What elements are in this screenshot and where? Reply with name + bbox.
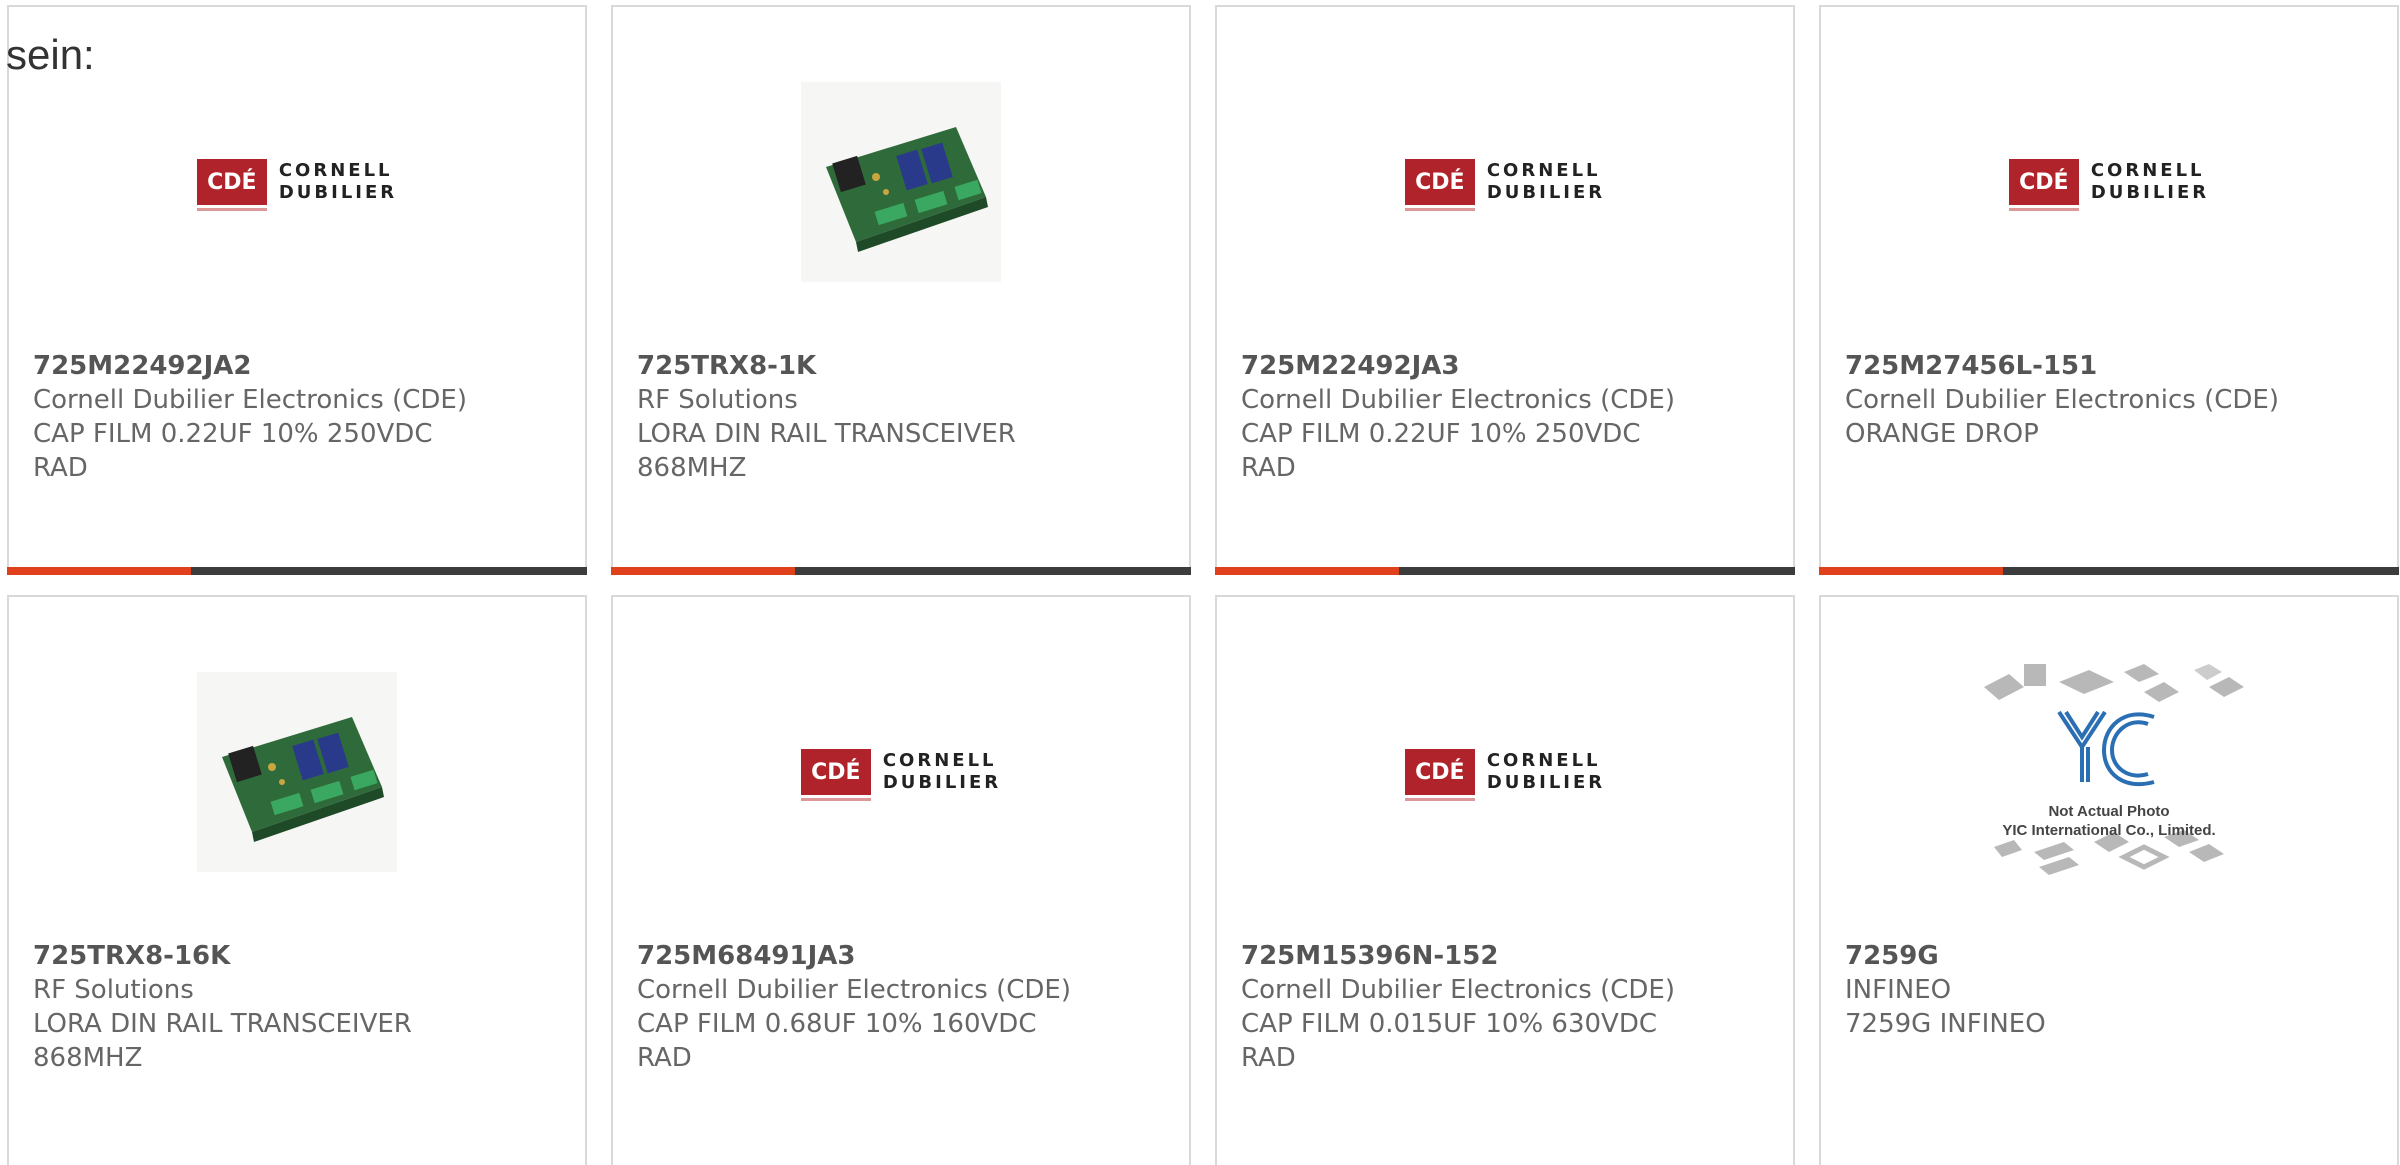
description-line1: 7259G INFINEO [1845, 1009, 2046, 1039]
cde-logo-line1: CORNELL [2090, 160, 2205, 181]
cde-logo-line2: DUBILIER [1486, 182, 1606, 203]
cde-logo: CDÉ CORNELL DUBILIER [800, 749, 1002, 801]
description-line2: RAD [33, 453, 88, 483]
manufacturer: Cornell Dubilier Electronics (CDE) [1241, 385, 1675, 415]
description-line1: LORA DIN RAIL TRANSCEIVER [637, 419, 1016, 449]
product-image[interactable] [613, 47, 1189, 317]
cde-logo-line1: CORNELL [278, 160, 393, 181]
product-image[interactable]: CDÉ CORNELL DUBILIER [9, 47, 585, 317]
card-footer-bar [7, 567, 587, 575]
product-image[interactable]: CDÉ CORNELL DUBILIER [1217, 47, 1793, 317]
description-line2: 868MHZ [33, 1043, 143, 1073]
card-footer-bar [611, 567, 1191, 575]
part-number[interactable]: 725TRX8-16K [33, 939, 569, 973]
yic-placeholder-image: Not Actual Photo YIC International Co., … [1964, 652, 2254, 892]
card-footer-bar [1215, 567, 1795, 575]
part-number[interactable]: 725M22492JA3 [1241, 349, 1777, 383]
description-line1: CAP FILM 0.22UF 10% 250VDC [33, 419, 433, 449]
cde-logo: CDÉ CORNELL DUBILIER [1404, 749, 1606, 801]
cde-logo-line1: CORNELL [1486, 160, 1601, 181]
description-line1: CAP FILM 0.015UF 10% 630VDC [1241, 1009, 1658, 1039]
product-image[interactable]: Not Actual Photo YIC International Co., … [1821, 637, 2397, 907]
product-image[interactable] [9, 637, 585, 907]
description-line2: RAD [637, 1043, 692, 1073]
description-line2: RAD [1241, 1043, 1296, 1073]
intro-text: sein: [6, 31, 95, 78]
manufacturer: RF Solutions [33, 975, 194, 1005]
product-image[interactable]: CDÉ CORNELL DUBILIER [1217, 637, 1793, 907]
part-number[interactable]: 725M22492JA2 [33, 349, 569, 383]
yic-note-line2: YIC International Co., Limited. [2002, 822, 2216, 839]
description-line2: RAD [1241, 453, 1296, 483]
product-card[interactable]: CDÉ CORNELL DUBILIER 725M68491JA3 Cornell… [611, 595, 1191, 1165]
manufacturer: Cornell Dubilier Electronics (CDE) [1241, 975, 1675, 1005]
cde-logo-line1: CORNELL [882, 750, 997, 771]
product-card[interactable]: 725TRX8-1K RF Solutions LORA DIN RAIL TR… [611, 5, 1191, 575]
cde-logo-mark: CDÉ [800, 749, 871, 801]
cde-logo: CDÉ CORNELL DUBILIER [196, 159, 398, 211]
product-grid: CDÉ CORNELL DUBILIER 725M22492JA2 Cornell… [0, 0, 2400, 1165]
cde-logo-line2: DUBILIER [2090, 182, 2210, 203]
description-line1: CAP FILM 0.22UF 10% 250VDC [1241, 419, 1641, 449]
product-card[interactable]: CDÉ CORNELL DUBILIER 725M15396N-152 Corne… [1215, 595, 1795, 1165]
product-card[interactable]: CDÉ CORNELL DUBILIER 725M22492JA3 Cornell… [1215, 5, 1795, 575]
product-image[interactable]: CDÉ CORNELL DUBILIER [613, 637, 1189, 907]
card-footer-bar [1819, 567, 2399, 575]
cde-logo-line2: DUBILIER [882, 772, 1002, 793]
cde-logo-line1: CORNELL [1486, 750, 1601, 771]
product-image[interactable]: CDÉ CORNELL DUBILIER [1821, 47, 2397, 317]
manufacturer: Cornell Dubilier Electronics (CDE) [637, 975, 1071, 1005]
product-card[interactable]: CDÉ CORNELL DUBILIER 725M22492JA2 Cornell… [7, 5, 587, 575]
part-number[interactable]: 725M68491JA3 [637, 939, 1173, 973]
part-number[interactable]: 7259G [1845, 939, 2381, 973]
product-card[interactable]: 725TRX8-16K RF Solutions LORA DIN RAIL T… [7, 595, 587, 1165]
manufacturer: Cornell Dubilier Electronics (CDE) [33, 385, 467, 415]
cde-logo-mark: CDÉ [1404, 159, 1475, 211]
part-number[interactable]: 725TRX8-1K [637, 349, 1173, 383]
product-card[interactable]: Not Actual Photo YIC International Co., … [1819, 595, 2399, 1165]
part-number[interactable]: 725M15396N-152 [1241, 939, 1777, 973]
manufacturer: INFINEO [1845, 975, 1952, 1005]
description-line1: ORANGE DROP [1845, 419, 2039, 449]
manufacturer: Cornell Dubilier Electronics (CDE) [1845, 385, 2279, 415]
product-card[interactable]: CDÉ CORNELL DUBILIER 725M27456L-151 Corne… [1819, 5, 2399, 575]
cde-logo-line2: DUBILIER [1486, 772, 1606, 793]
cde-logo: CDÉ CORNELL DUBILIER [2008, 159, 2210, 211]
circuit-board-image [197, 672, 397, 872]
part-number[interactable]: 725M27456L-151 [1845, 349, 2381, 383]
manufacturer: RF Solutions [637, 385, 798, 415]
cde-logo-line2: DUBILIER [278, 182, 398, 203]
cde-logo-mark: CDÉ [196, 159, 267, 211]
description-line1: LORA DIN RAIL TRANSCEIVER [33, 1009, 412, 1039]
cde-logo: CDÉ CORNELL DUBILIER [1404, 159, 1606, 211]
cde-logo-mark: CDÉ [1404, 749, 1475, 801]
cde-logo-mark: CDÉ [2008, 159, 2079, 211]
description-line1: CAP FILM 0.68UF 10% 160VDC [637, 1009, 1037, 1039]
description-line2: 868MHZ [637, 453, 747, 483]
circuit-board-image [801, 82, 1001, 282]
yic-note-line1: Not Actual Photo [2048, 803, 2170, 820]
